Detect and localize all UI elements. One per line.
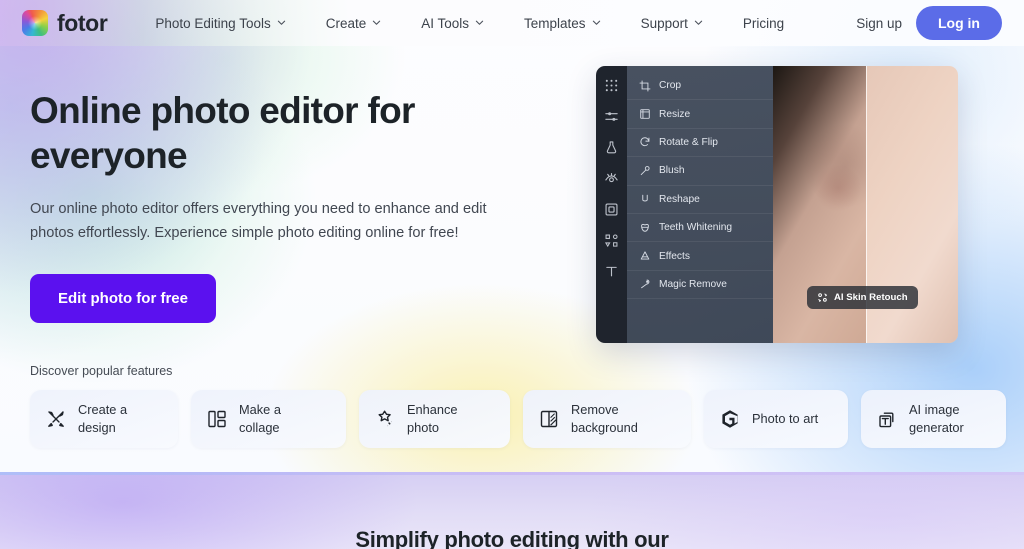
feature-card-label: Make acollage bbox=[239, 401, 281, 437]
feature-card-create-a-design[interactable]: Create adesign bbox=[30, 390, 178, 448]
grid-dots-icon[interactable] bbox=[604, 78, 619, 93]
menu-item-label: Reshape bbox=[659, 194, 700, 205]
chevron-down-icon bbox=[475, 18, 484, 27]
menu-item-crop[interactable]: Crop bbox=[627, 72, 773, 100]
pen-brush-cross-icon bbox=[45, 408, 67, 430]
shapes-elements-icon[interactable] bbox=[604, 233, 619, 248]
remove-background-icon bbox=[538, 408, 560, 430]
status-badge: AI Skin Retouch bbox=[807, 286, 918, 309]
menu-item-blush[interactable]: Blush bbox=[627, 157, 773, 185]
menu-item-label: Resize bbox=[659, 109, 690, 120]
editor-preview: Crop Resize Rotate & Flip Blush bbox=[596, 66, 958, 343]
chevron-down-icon bbox=[277, 18, 286, 27]
before-after-portrait: AI Skin Retouch bbox=[773, 66, 958, 343]
menu-item-rotate-flip[interactable]: Rotate & Flip bbox=[627, 129, 773, 157]
magic-wand-sparkle-icon bbox=[374, 408, 396, 430]
page-title: Online photo editor for everyone bbox=[30, 88, 530, 178]
signup-link[interactable]: Sign up bbox=[856, 16, 902, 31]
section-divider bbox=[0, 472, 1024, 475]
chevron-down-icon bbox=[592, 18, 601, 27]
nav-item-templates[interactable]: Templates bbox=[504, 10, 621, 37]
feature-card-photo-to-art[interactable]: Photo to art bbox=[704, 390, 848, 448]
menu-item-reshape[interactable]: Reshape bbox=[627, 186, 773, 214]
nav-item-label: Photo Editing Tools bbox=[155, 16, 270, 31]
brand-name: fotor bbox=[57, 10, 107, 37]
nav-actions: Sign up Log in bbox=[856, 6, 1002, 40]
magic-remove-icon bbox=[639, 278, 651, 290]
nav-item-create[interactable]: Create bbox=[306, 10, 402, 37]
ai-image-generator-icon bbox=[876, 408, 898, 430]
feature-card-label: AI imagegenerator bbox=[909, 401, 964, 437]
feature-card-label: Create adesign bbox=[78, 401, 127, 437]
menu-item-label: Magic Remove bbox=[659, 279, 727, 290]
nav-item-ai-tools[interactable]: AI Tools bbox=[401, 10, 504, 37]
reshape-icon bbox=[639, 193, 651, 205]
feature-card-label: Removebackground bbox=[571, 401, 638, 437]
chevron-down-icon bbox=[694, 18, 703, 27]
nav-item-label: Templates bbox=[524, 16, 586, 31]
brand-logo[interactable]: fotor bbox=[22, 10, 107, 37]
feature-card-make-a-collage[interactable]: Make acollage bbox=[191, 390, 346, 448]
chevron-down-icon bbox=[372, 18, 381, 27]
hero-content: Online photo editor for everyone Our onl… bbox=[30, 88, 530, 323]
beauty-flask-icon[interactable] bbox=[604, 140, 619, 155]
sliders-adjust-icon[interactable] bbox=[604, 109, 619, 124]
menu-item-label: Crop bbox=[659, 80, 681, 91]
teeth-whitening-icon bbox=[639, 222, 651, 234]
frame-border-icon[interactable] bbox=[604, 202, 619, 217]
rotate-flip-icon bbox=[639, 136, 651, 148]
navbar: fotor Photo Editing Tools Create AI Tool… bbox=[0, 0, 1024, 46]
text-tool-icon[interactable] bbox=[604, 264, 619, 279]
features-section-label: Discover popular features bbox=[30, 364, 995, 378]
login-button[interactable]: Log in bbox=[916, 6, 1002, 40]
page-root: fotor Photo Editing Tools Create AI Tool… bbox=[0, 0, 1024, 549]
ai-skin-retouch-icon bbox=[817, 292, 828, 303]
nav-item-label: Pricing bbox=[743, 16, 784, 31]
hero-subtitle: Our online photo editor offers everythin… bbox=[30, 198, 490, 245]
menu-item-effects[interactable]: Effects bbox=[627, 242, 773, 270]
effects-icon bbox=[639, 250, 651, 262]
menu-item-label: Teeth Whitening bbox=[659, 222, 732, 233]
status-badge-label: AI Skin Retouch bbox=[834, 292, 908, 303]
blush-icon bbox=[639, 165, 651, 177]
collage-grid-icon bbox=[206, 408, 228, 430]
menu-item-teeth-whitening[interactable]: Teeth Whitening bbox=[627, 214, 773, 242]
next-section-heading: Simplify photo editing with our bbox=[0, 527, 1024, 549]
menu-item-label: Blush bbox=[659, 165, 684, 176]
menu-item-label: Rotate & Flip bbox=[659, 137, 718, 148]
feature-card-label: Photo to art bbox=[752, 410, 818, 428]
nav-item-label: AI Tools bbox=[421, 16, 469, 31]
editor-tool-menu: Crop Resize Rotate & Flip Blush bbox=[627, 66, 773, 343]
resize-icon bbox=[639, 108, 651, 120]
feature-card-remove-background[interactable]: Removebackground bbox=[523, 390, 691, 448]
nav-item-pricing[interactable]: Pricing bbox=[723, 10, 804, 37]
nav-links: Photo Editing Tools Create AI Tools Temp… bbox=[135, 10, 804, 37]
fotor-rainbow-logo-icon bbox=[22, 10, 48, 36]
feature-card-row: Create adesign Make acollage Enhancephot… bbox=[30, 390, 995, 448]
edit-photo-for-free-button[interactable]: Edit photo for free bbox=[30, 274, 216, 323]
menu-item-resize[interactable]: Resize bbox=[627, 100, 773, 128]
menu-item-label: Effects bbox=[659, 251, 690, 262]
feature-card-label: Enhancephoto bbox=[407, 401, 458, 437]
nav-item-support[interactable]: Support bbox=[621, 10, 723, 37]
crop-icon bbox=[639, 80, 651, 92]
feature-card-ai-image-generator[interactable]: AI imagegenerator bbox=[861, 390, 1006, 448]
nav-item-label: Create bbox=[326, 16, 367, 31]
photo-to-art-icon bbox=[719, 408, 741, 430]
eye-retouch-icon[interactable] bbox=[604, 171, 619, 186]
editor-tool-rail bbox=[596, 66, 627, 343]
feature-card-enhance-photo[interactable]: Enhancephoto bbox=[359, 390, 510, 448]
popular-features-section: Discover popular features Create adesign… bbox=[30, 364, 995, 448]
nav-item-label: Support bbox=[641, 16, 688, 31]
menu-item-magic-remove[interactable]: Magic Remove bbox=[627, 271, 773, 299]
nav-item-photo-editing-tools[interactable]: Photo Editing Tools bbox=[135, 10, 305, 37]
